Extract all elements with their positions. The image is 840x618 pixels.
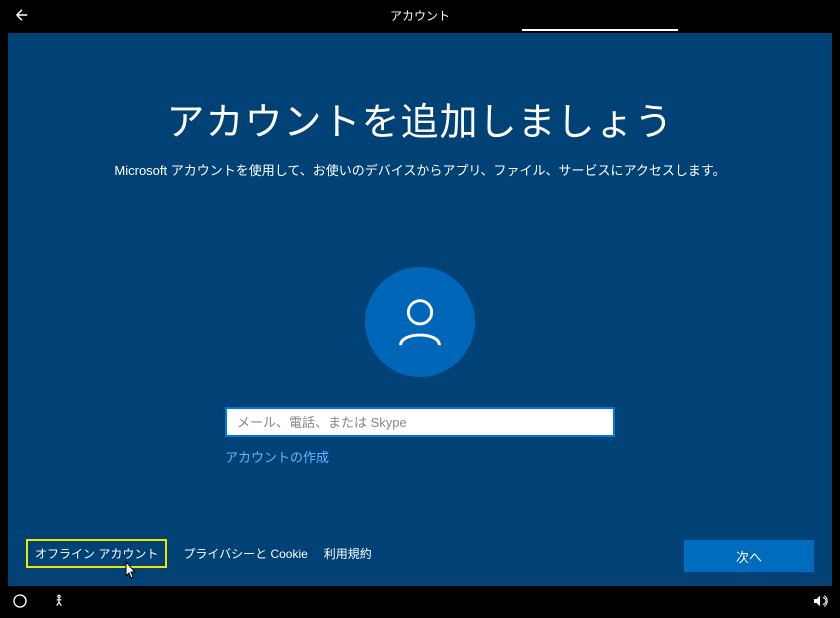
- title-bar: アカウント: [0, 0, 840, 30]
- terms-link[interactable]: 利用規約: [324, 545, 372, 562]
- next-button[interactable]: 次へ: [684, 540, 814, 572]
- main-panel: アカウントを追加しましょう Microsoft アカウントを使用して、お使いのデ…: [8, 33, 832, 586]
- tab-title[interactable]: アカウント: [390, 7, 450, 24]
- page-subtext: Microsoft アカウントを使用して、お使いのデバイスからアプリ、ファイル、…: [114, 160, 725, 179]
- volume-icon[interactable]: [812, 596, 828, 613]
- offline-account-link[interactable]: オフライン アカウント: [26, 539, 167, 568]
- page-heading: アカウントを追加しましょう: [166, 91, 673, 146]
- back-button[interactable]: [10, 3, 34, 27]
- privacy-link[interactable]: プライバシーと Cookie: [183, 545, 307, 562]
- footer-links: オフライン アカウント プライバシーと Cookie 利用規約: [26, 539, 372, 568]
- ease-of-access-icon[interactable]: [12, 593, 28, 614]
- account-input[interactable]: [225, 407, 615, 437]
- accessibility-icon[interactable]: [52, 593, 66, 614]
- tab-underline: [522, 29, 678, 31]
- taskbar: [0, 588, 840, 618]
- create-account-link[interactable]: アカウントの作成: [225, 447, 615, 466]
- user-icon: [389, 291, 451, 353]
- user-avatar: [365, 267, 475, 377]
